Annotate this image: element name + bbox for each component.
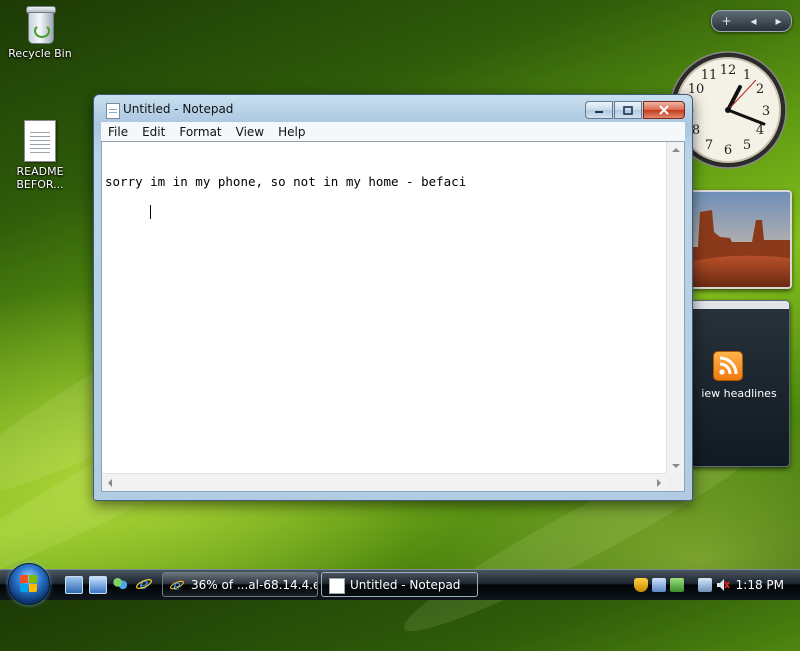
notepad-icon <box>329 578 345 594</box>
taskbar-button-download[interactable]: e 36% of ...al-68.14.4.e... <box>162 572 318 597</box>
text-document-icon <box>24 120 56 162</box>
view-headlines-link[interactable]: iew headlines <box>689 387 789 400</box>
start-button[interactable] <box>8 563 50 605</box>
windows-logo-icon <box>20 575 38 593</box>
menu-file[interactable]: File <box>101 125 135 139</box>
menu-view[interactable]: View <box>229 125 271 139</box>
menu-bar: File Edit Format View Help <box>101 122 685 142</box>
menu-format[interactable]: Format <box>172 125 228 139</box>
clock-numeral: 7 <box>705 138 713 153</box>
scroll-up-arrow-icon[interactable] <box>672 148 680 152</box>
scroll-left-arrow-icon[interactable] <box>108 479 112 487</box>
volume-muted-icon[interactable] <box>716 578 730 592</box>
clock-numeral: 6 <box>724 143 732 158</box>
security-shield-icon[interactable] <box>634 578 648 592</box>
clock-numeral: 5 <box>743 138 751 153</box>
switch-windows-icon[interactable] <box>89 576 107 594</box>
minimize-button[interactable] <box>585 101 613 119</box>
notepad-window: Untitled - Notepad File Edit Format View… <box>93 94 693 501</box>
maximize-button[interactable] <box>614 101 642 119</box>
windows-defender-icon[interactable] <box>670 578 684 592</box>
windows-update-icon[interactable] <box>652 578 666 592</box>
taskbar-clock[interactable]: 1:18 PM <box>736 578 784 592</box>
scroll-right-arrow-icon[interactable] <box>657 479 661 487</box>
editor-text-area[interactable]: sorry im in my phone, so not in my home … <box>102 142 667 474</box>
internet-explorer-icon[interactable]: e <box>136 575 152 593</box>
desktop-icon-readme[interactable]: README BEFOR... <box>2 120 78 191</box>
clock-numeral: 8 <box>692 123 700 138</box>
close-icon <box>659 105 669 115</box>
internet-explorer-icon: e <box>170 579 184 592</box>
horizontal-scrollbar[interactable] <box>102 473 667 491</box>
network-icon[interactable] <box>698 578 712 592</box>
clock-numeral: 12 <box>720 63 737 78</box>
taskbar-button-notepad[interactable]: Untitled - Notepad <box>321 572 478 597</box>
vertical-scrollbar[interactable] <box>666 142 684 474</box>
windows-live-messenger-icon[interactable] <box>112 576 128 592</box>
system-tray: 1:18 PM <box>630 570 800 600</box>
svg-text:e: e <box>140 576 149 592</box>
clock-numeral: 11 <box>701 68 718 83</box>
minimize-icon <box>595 111 603 113</box>
text-editor[interactable]: sorry im in my phone, so not in my home … <box>101 141 685 492</box>
desktop-icon-label: BEFOR... <box>16 178 64 191</box>
notepad-icon <box>106 103 120 119</box>
desktop-icon-label: README <box>16 165 64 178</box>
next-page-button[interactable]: ▸ <box>775 14 781 28</box>
desktop-icon-recycle-bin[interactable]: Recycle Bin <box>2 4 78 60</box>
scroll-down-arrow-icon[interactable] <box>672 464 680 468</box>
sidebar-gadget-toolbar: + ◂ ▸ <box>711 10 792 32</box>
add-gadget-button[interactable]: + <box>721 14 731 28</box>
menu-help[interactable]: Help <box>271 125 312 139</box>
clock-numeral: 1 <box>743 68 751 83</box>
scrollbar-corner <box>667 474 684 491</box>
clock-numeral: 3 <box>762 104 770 119</box>
window-title: Untitled - Notepad <box>123 102 234 116</box>
window-titlebar[interactable]: Untitled - Notepad <box>94 95 692 123</box>
editor-text-line: sorry im in my phone, so not in my home … <box>105 174 467 189</box>
rss-feed-icon <box>713 351 743 381</box>
recycle-bin-icon <box>24 4 56 44</box>
desktop-icon-label: Recycle Bin <box>8 47 72 60</box>
maximize-icon <box>623 105 633 115</box>
taskbar-button-label: Untitled - Notepad <box>350 578 461 592</box>
feed-headlines-gadget[interactable]: iew headlines <box>688 300 790 467</box>
clock-numeral: 4 <box>756 123 764 138</box>
menu-edit[interactable]: Edit <box>135 125 172 139</box>
text-caret <box>150 205 152 219</box>
taskbar-button-label: 36% of ...al-68.14.4.e... <box>191 578 318 592</box>
show-desktop-icon[interactable] <box>65 576 83 594</box>
slideshow-gadget[interactable] <box>688 190 792 289</box>
previous-page-button[interactable]: ◂ <box>750 14 756 28</box>
clock-numeral: 2 <box>756 82 764 97</box>
taskbar: e e 36% of ...al-68.14.4.e... Untitled -… <box>0 563 800 605</box>
close-button[interactable] <box>643 101 685 119</box>
